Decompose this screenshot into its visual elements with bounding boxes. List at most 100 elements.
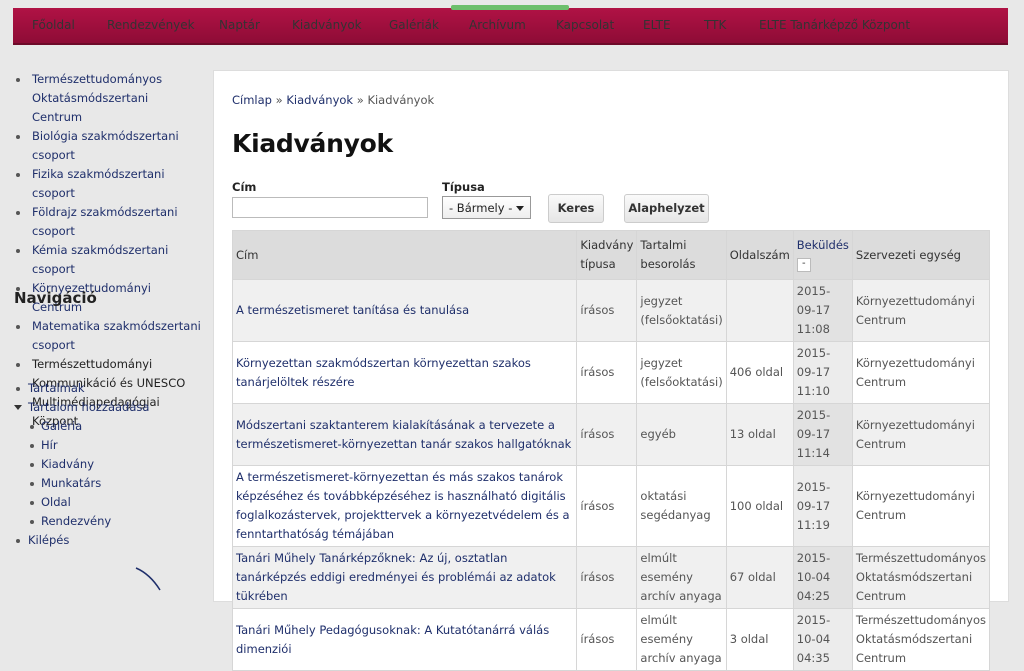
sidebar-item-tok[interactable]: Természettudományos Oktatásmódszertani C… (0, 70, 205, 127)
cell-class: oktatási segédanyag (636, 465, 727, 547)
col-header-type: Kiadvány típusa (576, 230, 638, 280)
nav-kapcsolat[interactable]: Kapcsolat (556, 18, 614, 32)
col-header-unit: Szervezeti egység (851, 230, 991, 280)
nav-kiadvanyok[interactable]: Kiadványok (292, 18, 362, 32)
cell-title[interactable]: Környezettan szakmódszertan környezettan… (231, 341, 578, 404)
cell-class: elmúlt esemény archív anyaga (636, 546, 727, 609)
breadcrumb-separator: » (275, 93, 283, 107)
nav-add-kiadvany[interactable]: Kiadvány (0, 455, 205, 474)
cell-unit: Környezettudományi Centrum (851, 403, 991, 466)
col-header-pages: Oldalszám (725, 230, 794, 280)
cell-type: írásos (576, 465, 638, 547)
cell-unit: Természettudományos Oktatásmódszertani C… (851, 546, 991, 609)
sort-icon[interactable]: - (796, 257, 811, 272)
cell-submitted: 2015-09-17 11:14 (792, 403, 853, 466)
table-row: Módszertani szaktanterem kialakításának … (231, 403, 991, 466)
nav-add-munkatars[interactable]: Munkatárs (0, 474, 205, 493)
nav-naptar[interactable]: Naptár (219, 18, 260, 32)
table-row: Tanári Műhely Tanárképzőknek: Az új, osz… (231, 546, 991, 609)
publications-table: Cím Kiadvány típusa Tartalmi besorolás O… (231, 230, 991, 671)
chevron-down-icon (516, 206, 524, 211)
reset-button[interactable]: Alaphelyzet (624, 194, 709, 223)
table-row: A természetismeret tanítása és tanulása … (231, 279, 991, 342)
cell-type: írásos (576, 403, 638, 466)
col-header-submitted-label[interactable]: Beküldés (797, 238, 849, 252)
nav-add-rendezveny[interactable]: Rendezvény (0, 512, 205, 531)
search-button[interactable]: Keres (548, 194, 604, 223)
breadcrumb: Címlap » Kiadványok » Kiadványok (232, 93, 434, 107)
title-filter-label: Cím (232, 180, 257, 194)
nav-ttk[interactable]: TTK (704, 18, 726, 32)
top-navigation: Főoldal Rendezvények Naptár Kiadványok G… (13, 5, 1008, 45)
sidebar-item-fizika[interactable]: Fizika szakmódszertani csoport (0, 165, 205, 203)
nav-fooldal[interactable]: Főoldal (32, 18, 75, 32)
cell-class: jegyzet (felsőoktatási) (636, 341, 727, 404)
cell-submitted: 2015-10-04 04:25 (792, 546, 853, 609)
col-header-title[interactable]: Cím (231, 230, 578, 280)
nav-galeriak[interactable]: Galériák (389, 18, 439, 32)
navigation-menu: Tartalmak Tartalom hozzáadása Galéria Hí… (0, 379, 205, 550)
cell-unit: Környezettudományi Centrum (851, 279, 991, 342)
nav-rendezvenyek[interactable]: Rendezvények (107, 18, 195, 32)
breadcrumb-kiadvanyok[interactable]: Kiadványok (286, 93, 353, 107)
nav-tartalmak[interactable]: Tartalmak (0, 379, 205, 398)
sidebar-groups: Természettudományos Oktatásmódszertani C… (0, 70, 205, 431)
cell-title[interactable]: A természetismeret tanítása és tanulása (231, 279, 578, 342)
cell-pages: 406 oldal (725, 341, 794, 404)
navigation-title: Navigáció (14, 289, 97, 307)
breadcrumb-home[interactable]: Címlap (232, 93, 272, 107)
breadcrumb-separator: » (356, 93, 364, 107)
cell-pages: 100 oldal (725, 465, 794, 547)
cell-type: írásos (576, 341, 638, 404)
cell-pages (725, 279, 794, 342)
cell-submitted: 2015-09-17 11:08 (792, 279, 853, 342)
cell-unit: Környezettudományi Centrum (851, 341, 991, 404)
title-filter-input[interactable] (232, 197, 428, 218)
cell-submitted: 2015-10-04 04:35 (792, 608, 853, 671)
type-filter-label: Típusa (442, 180, 485, 194)
cell-submitted: 2015-09-17 11:19 (792, 465, 853, 547)
cell-title[interactable]: Módszertani szaktanterem kialakításának … (231, 403, 578, 466)
table-row: Tanári Műhely Pedagógusoknak: A Kutatóta… (231, 608, 991, 671)
page-title: Kiadványok (232, 129, 393, 158)
table-header-row: Cím Kiadvány típusa Tartalmi besorolás O… (231, 230, 991, 280)
cell-title[interactable]: Tanári Műhely Tanárképzőknek: Az új, osz… (231, 546, 578, 609)
breadcrumb-current: Kiadványok (367, 93, 435, 107)
nav-tartalom-hozzaadasa[interactable]: Tartalom hozzáadása (0, 398, 205, 417)
nav-kilepes[interactable]: Kilépés (0, 531, 205, 550)
cell-title[interactable]: Tanári Műhely Pedagógusoknak: A Kutatóta… (231, 608, 578, 671)
cell-pages: 13 oldal (725, 403, 794, 466)
nav-archivum[interactable]: Archívum (469, 18, 526, 32)
sidebar-item-kemia[interactable]: Kémia szakmódszertani csoport (0, 241, 205, 279)
sidebar: Természettudományos Oktatásmódszertani C… (0, 70, 205, 431)
cell-type: írásos (576, 546, 638, 609)
cell-unit: Természettudományos Oktatásmódszertani C… (851, 608, 991, 671)
cell-type: írásos (576, 279, 638, 342)
col-header-submitted[interactable]: Beküldés - (792, 230, 853, 280)
cell-pages: 3 oldal (725, 608, 794, 671)
table-row: Környezettan szakmódszertan környezettan… (231, 341, 991, 404)
cell-class: egyéb (636, 403, 727, 466)
decorative-curve (135, 567, 161, 591)
active-tab-indicator (451, 5, 569, 10)
nav-elte-tanarkepzo[interactable]: ELTE Tanárképző Központ (759, 18, 910, 32)
sidebar-item-foldrajz[interactable]: Földrajz szakmódszertani csoport (0, 203, 205, 241)
cell-unit: Környezettudományi Centrum (851, 465, 991, 547)
col-header-class: Tartalmi besorolás (636, 230, 727, 280)
table-row: A természetismeret-környezettan és más s… (231, 465, 991, 547)
type-filter-select[interactable]: - Bármely - (442, 196, 531, 219)
type-filter-value: - Bármely - (449, 201, 513, 215)
cell-type: írásos (576, 608, 638, 671)
main-content: Címlap » Kiadványok » Kiadványok Kiadván… (213, 70, 1009, 671)
cell-pages: 67 oldal (725, 546, 794, 609)
sidebar-item-biologia[interactable]: Biológia szakmódszertani csoport (0, 127, 205, 165)
nav-add-hir[interactable]: Hír (0, 436, 205, 455)
nav-add-oldal[interactable]: Oldal (0, 493, 205, 512)
cell-title[interactable]: A természetismeret-környezettan és más s… (231, 465, 578, 547)
cell-class: jegyzet (felsőoktatási) (636, 279, 727, 342)
cell-submitted: 2015-09-17 11:10 (792, 341, 853, 404)
nav-add-galeria[interactable]: Galéria (0, 417, 205, 436)
nav-elte[interactable]: ELTE (643, 18, 671, 32)
cell-class: elmúlt esemény archív anyaga (636, 608, 727, 671)
sidebar-item-matematika[interactable]: Matematika szakmódszertani csoport (0, 317, 205, 355)
